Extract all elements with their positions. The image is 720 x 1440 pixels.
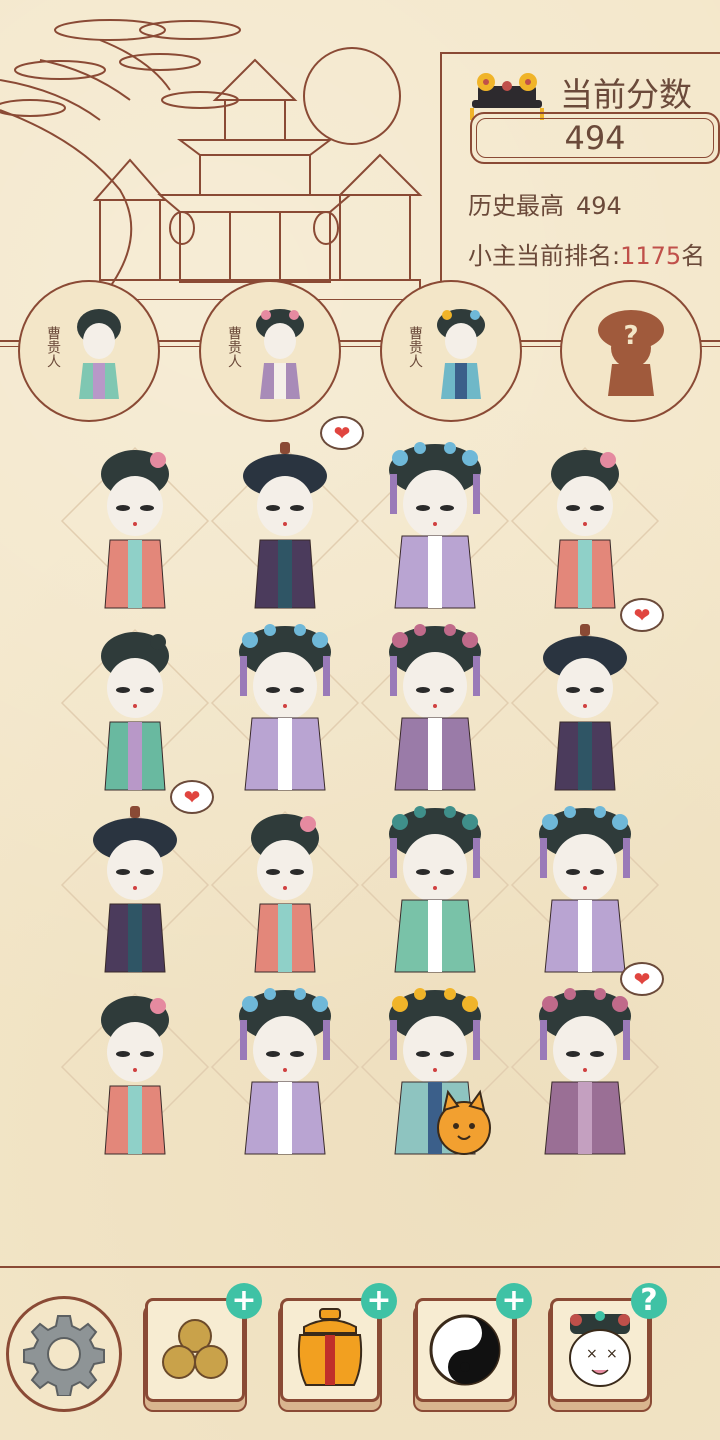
rank-suffix: 名 [681,242,706,270]
progress-label-1: 曹贵人 [45,326,61,368]
grid-cell-maid[interactable] [210,794,360,976]
character-consort-pink-icon [360,624,510,791]
character-progress: 曹贵人 曹贵人 曹贵人 ? [0,280,720,422]
jar-button[interactable]: + [280,1283,397,1402]
avatar-figure-icon [77,309,121,399]
current-score-value: 494 [470,112,720,164]
character-eunuch-icon [60,806,210,973]
grid-cell-girl-teal[interactable] [60,612,210,794]
locked-silhouette-icon: ? [598,310,664,396]
grid-cell-lady-pink[interactable]: ❤ [510,962,664,1158]
grid-cell-eunuch[interactable]: ❤ [510,598,664,794]
yin-yang-button[interactable]: + [415,1283,532,1402]
best-score-value: 494 [576,192,622,220]
heart-bubble-icon[interactable]: ❤ [620,598,664,632]
jar-icon [297,1308,363,1386]
yin-yang-icon [429,1314,501,1386]
progress-avatar-locked[interactable]: ? [560,280,702,422]
palace-scene [0,19,423,300]
progress-label-3: 曹贵人 [407,326,423,368]
gear-icon [23,1315,105,1396]
best-score-label: 历史最高 [468,192,564,220]
locked-question-mark: ? [623,321,638,351]
best-score: 历史最高 494 [468,186,622,221]
character-consort-purple-icon [210,988,360,1155]
grid-cell-consort-teal[interactable] [360,794,510,976]
coins-add-button[interactable]: + [226,1283,262,1319]
jar-add-button[interactable]: + [361,1283,397,1319]
character-consort-purple-icon [360,442,510,609]
heart-bubble-icon[interactable]: ❤ [620,962,664,996]
character-maid-icon [60,446,210,609]
character-maid-icon [60,992,210,1155]
merge-grid: ❤ ❤ ❤ ❤ [60,416,664,1160]
character-maid-icon [510,446,660,609]
character-eunuch-icon [210,442,360,609]
avatar-figure-icon [256,309,304,399]
rank-value: 1175 [620,242,682,270]
character-empress-cat-icon [360,988,510,1155]
progress-avatar-3[interactable]: 曹贵人 [380,280,522,422]
coins-button[interactable]: + [145,1283,262,1402]
coins-icon [162,1319,228,1379]
player-rank: 小主当前排名:1175名 [468,236,705,271]
grid-cell-maid[interactable] [60,976,210,1158]
grid-cell-consort-purple[interactable] [210,612,360,794]
yin-yang-add-button[interactable]: + [496,1283,532,1319]
grid-cell-consort-purple[interactable] [510,794,660,976]
grid-cell-maid[interactable] [60,430,210,612]
character-consort-teal-icon [360,806,510,973]
character-consort-purple-icon [510,806,660,973]
heart-bubble-icon[interactable]: ❤ [170,780,214,814]
avatar-figure-icon [437,309,485,399]
jester-help-button[interactable]: ? [631,1283,667,1319]
current-score-title: 当前分数 [560,75,692,114]
jester-icon: × × [569,1311,631,1387]
character-maid-icon [210,810,360,973]
svg-text:×: × [606,1346,618,1362]
jester-button[interactable]: × × ? [550,1283,667,1402]
toolbar-divider [0,1266,720,1268]
heart-bubble-icon[interactable]: ❤ [320,416,364,450]
progress-avatar-2[interactable]: 曹贵人 [199,280,341,422]
score-panel: 当前分数 494 历史最高 494 小主当前排名:1175名 [440,52,720,282]
progress-avatar-1[interactable]: 曹贵人 [18,280,160,422]
grid-cell-eunuch[interactable]: ❤ [60,780,214,976]
grid-cell-maid[interactable] [510,430,660,612]
character-eunuch-icon [510,624,660,791]
grid-cell-consort-purple[interactable] [210,976,360,1158]
progress-label-2: 曹贵人 [226,326,242,368]
character-lady-pink-icon [510,988,660,1155]
grid-cell-consort-pink[interactable] [360,612,510,794]
svg-text:×: × [586,1346,598,1362]
grid-cell-eunuch[interactable]: ❤ [210,416,364,612]
rank-label: 小主当前排名: [468,242,621,270]
grid-cell-empress-cat[interactable] [360,976,510,1158]
character-consort-purple-icon [210,624,360,791]
settings-button[interactable] [6,1296,122,1412]
character-girl-teal-icon [60,628,210,791]
grid-cell-consort-purple[interactable] [360,430,510,612]
